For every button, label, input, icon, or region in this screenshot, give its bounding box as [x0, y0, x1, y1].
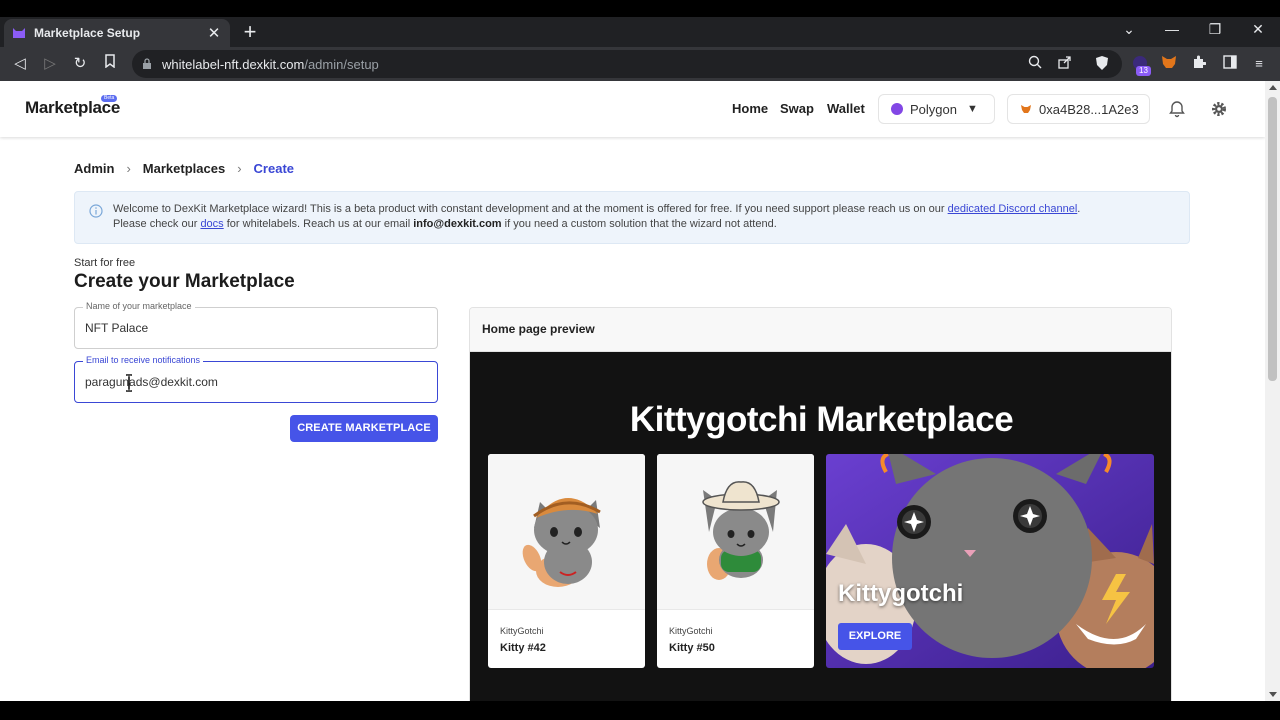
brave-shield-icon[interactable]: [1093, 55, 1111, 73]
breadcrumb-create[interactable]: Create: [254, 161, 294, 176]
network-label: Polygon: [910, 101, 957, 117]
close-tab-icon[interactable]: ✕: [206, 24, 222, 42]
nft-card[interactable]: KittyGotchi Kitty #50: [657, 454, 814, 668]
new-tab-icon[interactable]: +: [240, 21, 260, 43]
text-cursor-icon: [126, 374, 132, 392]
nav-swap-link[interactable]: Swap: [780, 101, 814, 116]
zoom-icon[interactable]: [1026, 55, 1044, 73]
app-header: Marketplace Beta Home Swap Wallet Polygo…: [0, 81, 1265, 137]
nft-name: Kitty #42: [500, 642, 546, 654]
info-alert: Welcome to DexKit Marketplace wizard! Th…: [74, 191, 1190, 244]
favicon-icon: [13, 28, 25, 38]
chevron-right-icon: ›: [237, 161, 242, 176]
gear-icon[interactable]: [1210, 100, 1228, 118]
close-window-icon[interactable]: ✕: [1248, 21, 1268, 38]
share-icon[interactable]: [1056, 55, 1074, 73]
support-email: info@dexkit.com: [413, 218, 502, 230]
top-letterbox: [0, 0, 1280, 17]
chevron-down-icon: ▼: [966, 103, 978, 115]
breadcrumb-marketplaces[interactable]: Marketplaces: [143, 161, 225, 176]
scroll-down-icon[interactable]: [1269, 692, 1277, 697]
sidebar-icon[interactable]: [1221, 55, 1239, 73]
featured-collection-banner: Kittygotchi EXPLORE: [826, 454, 1154, 668]
network-selector[interactable]: Polygon ▼: [878, 94, 995, 124]
tab-title: Marketplace Setup: [34, 26, 141, 40]
info-icon: [89, 204, 103, 218]
nav-wallet-link[interactable]: Wallet: [827, 101, 865, 116]
menu-icon[interactable]: ≡: [1250, 55, 1268, 73]
bell-icon[interactable]: [1168, 100, 1186, 118]
scrollbar-thumb[interactable]: [1268, 97, 1277, 381]
marketplace-name-value: NFT Palace: [85, 321, 149, 335]
explore-button[interactable]: EXPLORE: [838, 623, 912, 650]
screen: Marketplace Setup ✕ + ⌄ — ❐ ✕ ◁ ▷ ↻ whit…: [0, 0, 1280, 720]
nft-image: [488, 454, 645, 610]
email-label: Email to receive notifications: [83, 355, 204, 365]
forward-icon[interactable]: ▷: [40, 54, 60, 74]
bookmark-icon[interactable]: [100, 54, 120, 74]
create-marketplace-button[interactable]: CREATE MARKETPLACE: [290, 415, 438, 442]
docs-link[interactable]: docs: [200, 218, 223, 230]
beta-badge: Beta: [101, 95, 118, 102]
tab-strip: Marketplace Setup ✕ + ⌄ — ❐ ✕: [0, 17, 1280, 47]
url-text: whitelabel-nft.dexkit.com/admin/setup: [162, 56, 379, 72]
wallet-address: 0xa4B28...1A2e3: [1039, 101, 1139, 117]
marketplace-name-label: Name of your marketplace: [83, 301, 195, 311]
lock-icon: [143, 58, 151, 69]
minimize-icon[interactable]: —: [1162, 21, 1182, 37]
extension-badge: 13: [1136, 66, 1151, 76]
tab-search-icon[interactable]: ⌄: [1119, 21, 1139, 38]
reload-icon[interactable]: ↻: [70, 54, 90, 74]
page-scrollbar[interactable]: [1265, 81, 1280, 701]
home-page-preview: Home page preview Kittygotchi Marketplac…: [469, 307, 1172, 701]
nft-collection: KittyGotchi: [500, 626, 544, 636]
nft-card[interactable]: KittyGotchi Kitty #42: [488, 454, 645, 668]
address-bar[interactable]: whitelabel-nft.dexkit.com/admin/setup: [132, 50, 1122, 78]
bottom-letterbox: [0, 701, 1280, 720]
breadcrumb: Admin › Marketplaces › Create: [74, 161, 294, 176]
extensions-puzzle-icon[interactable]: [1190, 55, 1208, 73]
start-for-free-label: Start for free: [74, 257, 136, 269]
scroll-up-icon[interactable]: [1269, 85, 1277, 90]
email-value: paragunads@dexkit.com: [85, 375, 218, 389]
discord-link[interactable]: dedicated Discord channel: [948, 203, 1078, 215]
browser-toolbar: ◁ ▷ ↻ whitelabel-nft.dexkit.com/admin/se…: [0, 47, 1280, 81]
preview-body: Kittygotchi Marketplace KittyGotchi Kitt…: [470, 352, 1171, 701]
restore-icon[interactable]: ❐: [1205, 21, 1225, 38]
page-title: Create your Marketplace: [74, 271, 295, 292]
metamask-icon[interactable]: [1160, 55, 1178, 73]
nav-home-link[interactable]: Home: [732, 101, 768, 116]
nft-image: [657, 454, 814, 610]
breadcrumb-admin[interactable]: Admin: [74, 161, 114, 176]
nft-name: Kitty #50: [669, 642, 715, 654]
nft-collection: KittyGotchi: [669, 626, 713, 636]
hero-title: Kittygotchi: [838, 580, 964, 607]
preview-header: Home page preview: [470, 308, 1171, 352]
browser-tab[interactable]: Marketplace Setup ✕: [4, 19, 230, 47]
metamask-fox-icon: [1021, 105, 1031, 113]
marketplace-name-field[interactable]: Name of your marketplace NFT Palace: [74, 301, 438, 349]
wallet-button[interactable]: 0xa4B28...1A2e3: [1007, 94, 1150, 124]
web-page: Marketplace Beta Home Swap Wallet Polygo…: [0, 81, 1265, 701]
back-icon[interactable]: ◁: [10, 54, 30, 74]
preview-marketplace-title: Kittygotchi Marketplace: [629, 400, 1014, 439]
polygon-icon: [891, 103, 903, 115]
chevron-right-icon: ›: [126, 161, 131, 176]
alert-line-2: Please check our docs for whitelabels. R…: [113, 218, 777, 230]
alert-line-1: Welcome to DexKit Marketplace wizard! Th…: [113, 203, 1081, 215]
